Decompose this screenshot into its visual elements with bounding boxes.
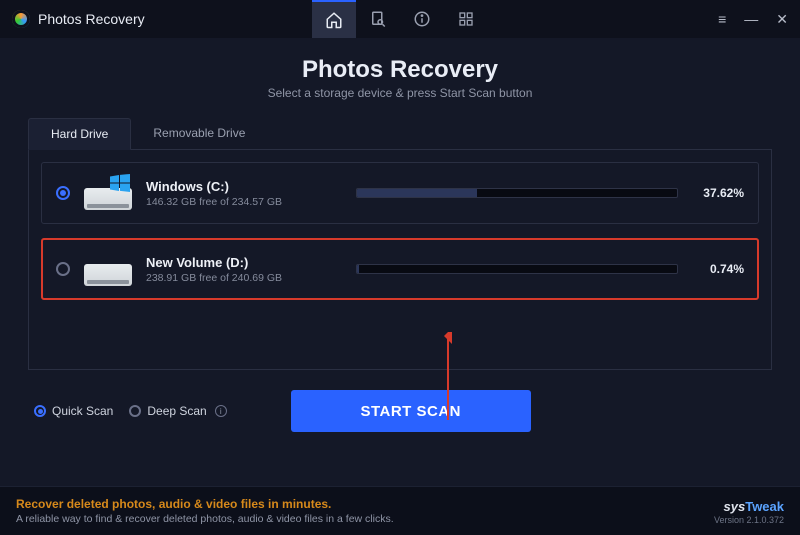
deep-scan-label: Deep Scan [147, 404, 206, 418]
scan-mode-options: Quick Scan Deep Scan i [34, 404, 227, 418]
start-scan-button[interactable]: START SCAN [291, 390, 531, 432]
usage-bar-d [356, 264, 678, 274]
usage-bar-c [356, 188, 678, 198]
drive-radio-d[interactable] [56, 262, 70, 276]
drives-panel: Windows (C:) 146.32 GB free of 234.57 GB… [28, 150, 772, 370]
deep-scan-info-icon[interactable]: i [215, 405, 227, 417]
drive-row-c[interactable]: Windows (C:) 146.32 GB free of 234.57 GB… [41, 162, 759, 224]
drive-free-d: 238.91 GB free of 240.69 GB [146, 272, 356, 284]
page-subtitle: Select a storage device & press Start Sc… [28, 86, 772, 100]
drive-icon-c [84, 176, 132, 210]
home-button[interactable] [312, 0, 356, 38]
drive-free-c: 146.32 GB free of 234.57 GB [146, 196, 356, 208]
tab-hard-drive[interactable]: Hard Drive [28, 118, 131, 150]
usage-pct-c: 37.62% [690, 186, 744, 200]
drive-meta-d: New Volume (D:) 238.91 GB free of 240.69… [146, 255, 356, 284]
menu-button[interactable]: ≡ [718, 11, 726, 27]
window-controls: ≡ — ✕ [718, 11, 788, 28]
grid-icon [458, 11, 474, 27]
tab-removable-drive[interactable]: Removable Drive [131, 118, 267, 149]
windows-icon [110, 174, 130, 192]
drive-name-c: Windows (C:) [146, 179, 356, 194]
deep-scan-radio[interactable] [129, 405, 141, 417]
drive-icon-d [84, 252, 132, 286]
titlebar: Photos Recovery ≡ — ✕ [0, 0, 800, 38]
close-button[interactable]: ✕ [776, 11, 788, 28]
drive-meta-c: Windows (C:) 146.32 GB free of 234.57 GB [146, 179, 356, 208]
info-button[interactable] [400, 0, 444, 38]
brand-logo: sysTweak [714, 499, 784, 514]
quick-scan-radio[interactable] [34, 405, 46, 417]
drive-usage-d: 0.74% [356, 262, 744, 276]
brand-text-b: Tweak [745, 499, 784, 514]
app-logo-icon [12, 10, 30, 28]
version-label: Version 2.1.0.372 [714, 515, 784, 525]
drive-usage-c: 37.62% [356, 186, 744, 200]
usage-pct-d: 0.74% [690, 262, 744, 276]
info-icon [413, 10, 431, 28]
usage-fill-d [357, 265, 359, 273]
main-content: Photos Recovery Select a storage device … [0, 38, 800, 432]
scan-mode-deep[interactable]: Deep Scan i [129, 404, 226, 418]
scan-mode-quick[interactable]: Quick Scan [34, 404, 113, 418]
app-title: Photos Recovery [38, 11, 145, 27]
grid-button[interactable] [444, 0, 488, 38]
footer-right: sysTweak Version 2.1.0.372 [714, 499, 784, 525]
footer-headline: Recover deleted photos, audio & video fi… [16, 497, 394, 511]
footer-text: Recover deleted photos, audio & video fi… [16, 497, 394, 525]
drive-radio-c[interactable] [56, 186, 70, 200]
drive-row-d[interactable]: New Volume (D:) 238.91 GB free of 240.69… [41, 238, 759, 300]
minimize-button[interactable]: — [744, 11, 758, 27]
register-button[interactable] [356, 0, 400, 38]
drive-tabs: Hard Drive Removable Drive [28, 118, 772, 150]
drive-name-d: New Volume (D:) [146, 255, 356, 270]
usage-fill-c [357, 189, 477, 197]
home-icon [325, 11, 343, 29]
search-doc-icon [369, 10, 387, 28]
quick-scan-label: Quick Scan [52, 404, 113, 418]
brand-text-a: sys [724, 499, 746, 514]
scan-controls: Quick Scan Deep Scan i START SCAN [28, 390, 772, 432]
footer-subline: A reliable way to find & recover deleted… [16, 513, 394, 525]
page-title: Photos Recovery [28, 56, 772, 84]
titlebar-tabs [312, 0, 488, 38]
page-heading: Photos Recovery Select a storage device … [28, 56, 772, 100]
footer: Recover deleted photos, audio & video fi… [0, 486, 800, 535]
